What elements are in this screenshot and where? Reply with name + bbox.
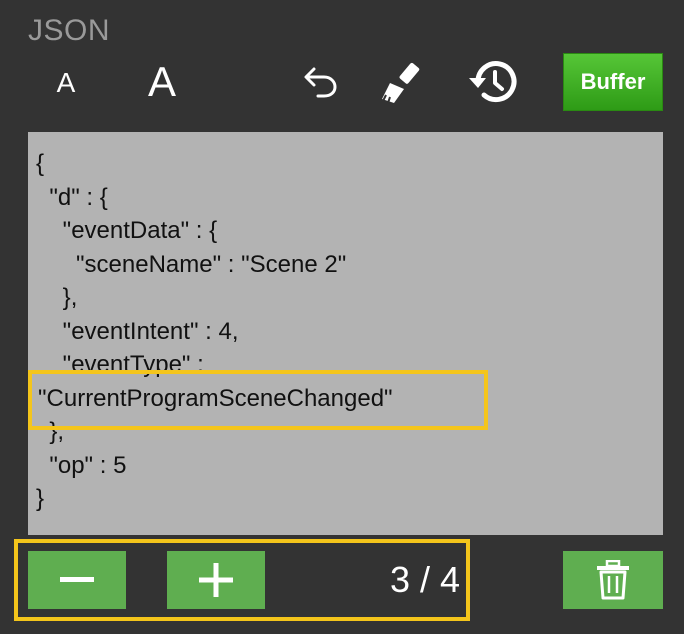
- page-title: JSON: [28, 14, 111, 47]
- undo-button[interactable]: [296, 56, 346, 108]
- json-line: }: [36, 485, 45, 512]
- clear-button[interactable]: [374, 54, 430, 110]
- history-icon: [469, 61, 517, 103]
- json-line: "CurrentProgramSceneChanged": [38, 385, 393, 412]
- font-small-label: A: [56, 67, 76, 98]
- json-line: "sceneName" : "Scene 2": [36, 251, 347, 278]
- font-size-increase-button[interactable]: A: [136, 52, 188, 112]
- json-line: "eventType" :: [36, 351, 204, 378]
- delete-button[interactable]: [563, 551, 663, 609]
- font-size-decrease-button[interactable]: A: [44, 58, 88, 108]
- json-line: "eventData" : {: [36, 217, 218, 244]
- history-button[interactable]: [462, 54, 522, 110]
- previous-message-button[interactable]: [28, 551, 126, 609]
- trash-icon: [597, 560, 629, 600]
- buffer-button[interactable]: Buffer: [563, 53, 663, 111]
- message-page-counter: 3 / 4: [389, 559, 460, 600]
- json-line: "op" : 5: [36, 452, 127, 479]
- next-message-button[interactable]: [167, 551, 265, 609]
- json-line: {: [36, 150, 45, 177]
- undo-icon: [304, 67, 337, 98]
- json-line: "d" : {: [36, 184, 108, 211]
- json-line: },: [36, 418, 65, 445]
- minus-icon: [60, 577, 94, 582]
- json-line: },: [36, 284, 78, 311]
- json-viewer-screen: JSON A A Buffer { "d" : { "eventData" : …: [0, 0, 684, 634]
- plus-icon: [199, 563, 233, 597]
- json-output-panel[interactable]: { "d" : { "eventData" : { "sceneName" : …: [28, 132, 663, 535]
- json-line: "eventIntent" : 4,: [36, 318, 239, 345]
- font-large-label: A: [147, 58, 176, 105]
- brush-icon: [382, 62, 420, 104]
